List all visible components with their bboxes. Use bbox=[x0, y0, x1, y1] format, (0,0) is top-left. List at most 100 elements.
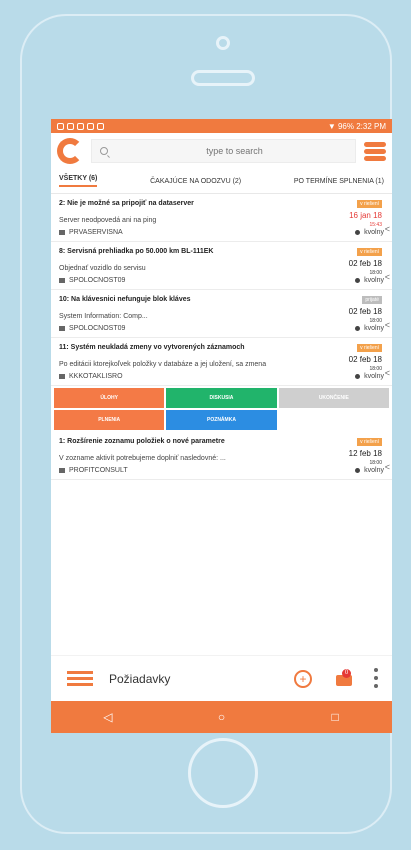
user-icon bbox=[355, 230, 361, 235]
assignee-name: kvolny bbox=[364, 277, 384, 284]
tab-all[interactable]: VŠETKY (6) bbox=[59, 175, 98, 187]
item-time: 15:43 bbox=[369, 222, 382, 228]
chevron-left-icon[interactable]: < bbox=[385, 462, 390, 472]
company: SPOLOCNOST09 bbox=[59, 325, 125, 332]
camera-circle bbox=[216, 36, 230, 50]
assignee-name: kvolny bbox=[364, 325, 384, 332]
company: PRVASERVISNA bbox=[59, 229, 123, 236]
item-date: 02 feb 18 bbox=[348, 259, 382, 268]
tab-awaiting[interactable]: ČAKAJÚCE NA ODOZVU (2) bbox=[150, 178, 241, 185]
company-name: KKKOTAKLISRO bbox=[69, 373, 123, 380]
complete-button[interactable]: UKONČENIE bbox=[278, 388, 389, 408]
upload-icon bbox=[97, 122, 104, 130]
list-item[interactable]: 8: Servisná prehliadka po 50.000 km BL-1… bbox=[51, 242, 392, 290]
list-item[interactable]: 11: Systém neukladá zmeny vo vytvorených… bbox=[51, 338, 392, 386]
filter-settings-icon[interactable] bbox=[364, 140, 386, 162]
assignee: kvolny bbox=[355, 373, 384, 380]
list-item[interactable]: 2: Nie je možné sa pripojiť na dataserve… bbox=[51, 194, 392, 242]
assignee-name: kvolny bbox=[364, 229, 384, 236]
item-description: Objednať vozidlo do servisu bbox=[59, 265, 146, 272]
home-button-outline[interactable] bbox=[188, 738, 258, 808]
item-time: 18:00 bbox=[369, 460, 382, 466]
chevron-left-icon[interactable]: < bbox=[385, 368, 390, 378]
status-bar: ▼ 96% 2:32 PM bbox=[51, 119, 392, 133]
building-icon bbox=[59, 278, 65, 283]
item-footer: KKKOTAKLISRO kvolny bbox=[59, 373, 384, 380]
search-bar bbox=[51, 133, 392, 169]
status-badge: prijaté bbox=[362, 296, 382, 304]
speaker-slot bbox=[191, 70, 255, 86]
assignee: kvolny bbox=[355, 467, 384, 474]
building-icon bbox=[59, 326, 65, 331]
item-footer: PROFITCONSULT kvolny bbox=[59, 467, 384, 474]
search-input[interactable] bbox=[114, 145, 355, 157]
item-footer: SPOLOCNOST09 kvolny bbox=[59, 325, 384, 332]
item-date: 02 feb 18 bbox=[348, 355, 382, 364]
settings-icon bbox=[77, 122, 84, 130]
assignee-name: kvolny bbox=[364, 467, 384, 474]
item-date: 02 feb 18 bbox=[348, 307, 382, 316]
notification-icon bbox=[67, 122, 74, 130]
building-icon bbox=[59, 468, 65, 473]
building-icon bbox=[59, 374, 65, 379]
status-icons bbox=[57, 122, 104, 130]
tab-overdue[interactable]: PO TERMÍNE SPLNENIA (1) bbox=[294, 178, 384, 185]
more-options-icon[interactable] bbox=[374, 668, 378, 688]
company-name: PRVASERVISNA bbox=[69, 229, 123, 236]
assignee: kvolny bbox=[355, 277, 384, 284]
item-description: Po editácii ktorejkoľvek položky v datab… bbox=[59, 361, 267, 368]
back-icon[interactable]: ◁ bbox=[102, 710, 114, 724]
list-item[interactable]: 10: Na klávesnici nefunguje blok kláves … bbox=[51, 290, 392, 338]
item-title: 11: Systém neukladá zmeny vo vytvorených… bbox=[59, 344, 245, 351]
page-title: Požiadavky bbox=[109, 671, 171, 686]
assignee: kvolny bbox=[355, 229, 384, 236]
status-badge: v riešení bbox=[357, 200, 382, 208]
item-title: 2: Nie je možné sa pripojiť na dataserve… bbox=[59, 200, 194, 207]
user-icon bbox=[355, 468, 361, 473]
user-icon bbox=[355, 326, 361, 331]
item-time: 18:00 bbox=[369, 270, 382, 276]
company: PROFITCONSULT bbox=[59, 467, 128, 474]
list-item[interactable]: 1: Rozšírenie zoznamu položiek o nové pa… bbox=[51, 432, 392, 480]
item-footer: PRVASERVISNA kvolny bbox=[59, 229, 384, 236]
fulfillments-button[interactable]: PLNENIA bbox=[54, 410, 165, 430]
discussion-button[interactable]: DISKUSIA bbox=[166, 388, 277, 408]
item-footer: SPOLOCNOST09 kvolny bbox=[59, 277, 384, 284]
assignee: kvolny bbox=[355, 325, 384, 332]
home-icon[interactable]: ○ bbox=[215, 710, 227, 724]
item-title: 10: Na klávesnici nefunguje blok kláves bbox=[59, 296, 191, 303]
item-description: Server neodpovedá ani na ping bbox=[59, 217, 157, 224]
search-icon bbox=[100, 147, 108, 155]
company: KKKOTAKLISRO bbox=[59, 373, 123, 380]
item-title: 8: Servisná prehliadka po 50.000 km BL-1… bbox=[59, 248, 214, 255]
item-description: V zozname aktivít potrebujeme doplniť na… bbox=[59, 455, 226, 462]
status-right: ▼ 96% 2:32 PM bbox=[327, 121, 386, 131]
menu-icon[interactable] bbox=[67, 670, 93, 687]
add-icon[interactable]: + bbox=[294, 669, 312, 688]
notification-icon bbox=[57, 122, 64, 130]
assignee-name: kvolny bbox=[364, 373, 384, 380]
app-logo-icon bbox=[57, 138, 83, 164]
action-buttons: ÚLOHY DISKUSIA UKONČENIE PLNENIA POZNÁMK… bbox=[51, 386, 392, 432]
phone-screen: ▼ 96% 2:32 PM VŠETKY (6) ČAKAJÚCE NA ODO… bbox=[51, 119, 392, 733]
chevron-left-icon[interactable]: < bbox=[385, 320, 390, 330]
mail-badge: 0 bbox=[342, 669, 351, 678]
mail-icon[interactable]: 0 bbox=[334, 669, 354, 687]
android-nav-bar: ◁ ○ □ bbox=[51, 701, 392, 733]
user-icon bbox=[355, 374, 361, 379]
search-field[interactable] bbox=[91, 139, 356, 163]
building-icon bbox=[59, 230, 65, 235]
tasks-button[interactable]: ÚLOHY bbox=[54, 388, 165, 408]
filter-tabs: VŠETKY (6) ČAKAJÚCE NA ODOZVU (2) PO TER… bbox=[51, 169, 392, 194]
item-date: 16 jan 18 bbox=[349, 211, 382, 220]
note-button[interactable]: POZNÁMKA bbox=[166, 410, 277, 430]
user-icon bbox=[355, 278, 361, 283]
chevron-left-icon[interactable]: < bbox=[385, 224, 390, 234]
status-badge: v riešení bbox=[357, 438, 382, 446]
item-time: 18:00 bbox=[369, 318, 382, 324]
item-date: 12 feb 18 bbox=[348, 449, 382, 458]
chevron-left-icon[interactable]: < bbox=[385, 272, 390, 282]
company-name: SPOLOCNOST09 bbox=[69, 325, 126, 332]
recent-apps-icon[interactable]: □ bbox=[329, 710, 341, 724]
bottom-app-bar: Požiadavky + 0 bbox=[51, 655, 392, 701]
